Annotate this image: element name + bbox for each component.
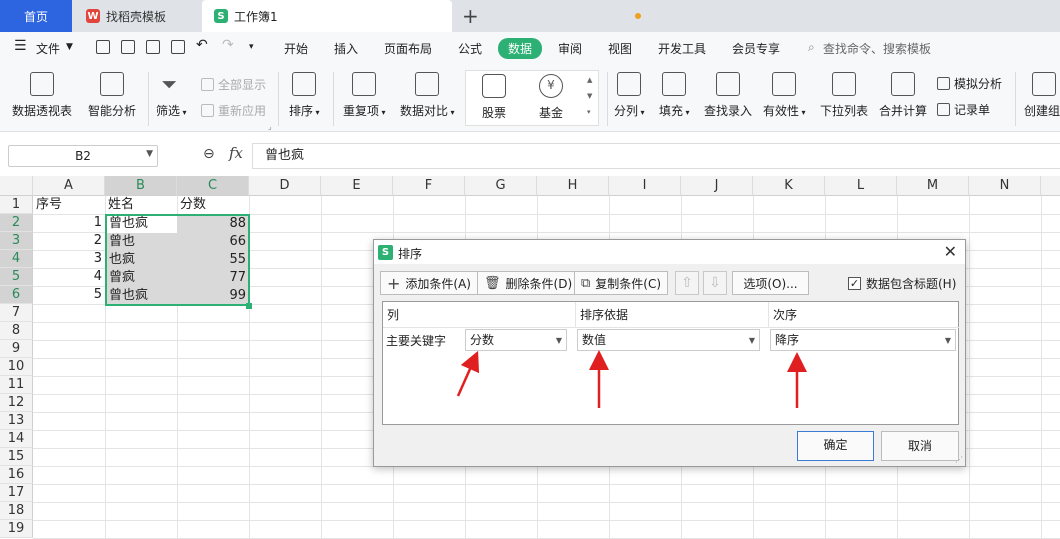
annotation-overlay xyxy=(456,350,807,408)
annotation-arrow-key xyxy=(456,350,480,397)
